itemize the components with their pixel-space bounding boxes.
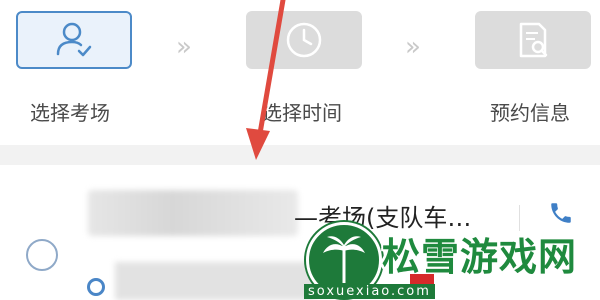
user-check-icon (56, 22, 92, 57)
step-separator-2: » (405, 32, 421, 62)
exam-hall-radio[interactable] (26, 239, 58, 271)
watermark-url: soxuexiao.com (304, 284, 435, 299)
step-label-select-venue: 选择考场 (30, 101, 110, 125)
step-select-time[interactable] (246, 11, 362, 69)
step-label-booking-info: 预约信息 (490, 101, 570, 125)
booking-stepper: » » 选择考场 选择时间 预约信息 (0, 0, 600, 145)
step-label-select-time: 选择时间 (262, 101, 342, 125)
step-booking-info[interactable] (475, 11, 591, 69)
location-pin-icon (87, 278, 105, 296)
section-divider (0, 145, 600, 165)
step-select-venue[interactable] (16, 11, 132, 69)
watermark-title: 松雪游戏网 (382, 235, 578, 279)
redacted-address (115, 262, 315, 300)
watermark: 松雪游戏网 soxuexiao.com (300, 218, 600, 300)
document-search-icon (519, 22, 548, 58)
clock-icon (286, 22, 322, 58)
redacted-hall-name (88, 190, 298, 236)
step-separator-1: » (176, 32, 192, 62)
